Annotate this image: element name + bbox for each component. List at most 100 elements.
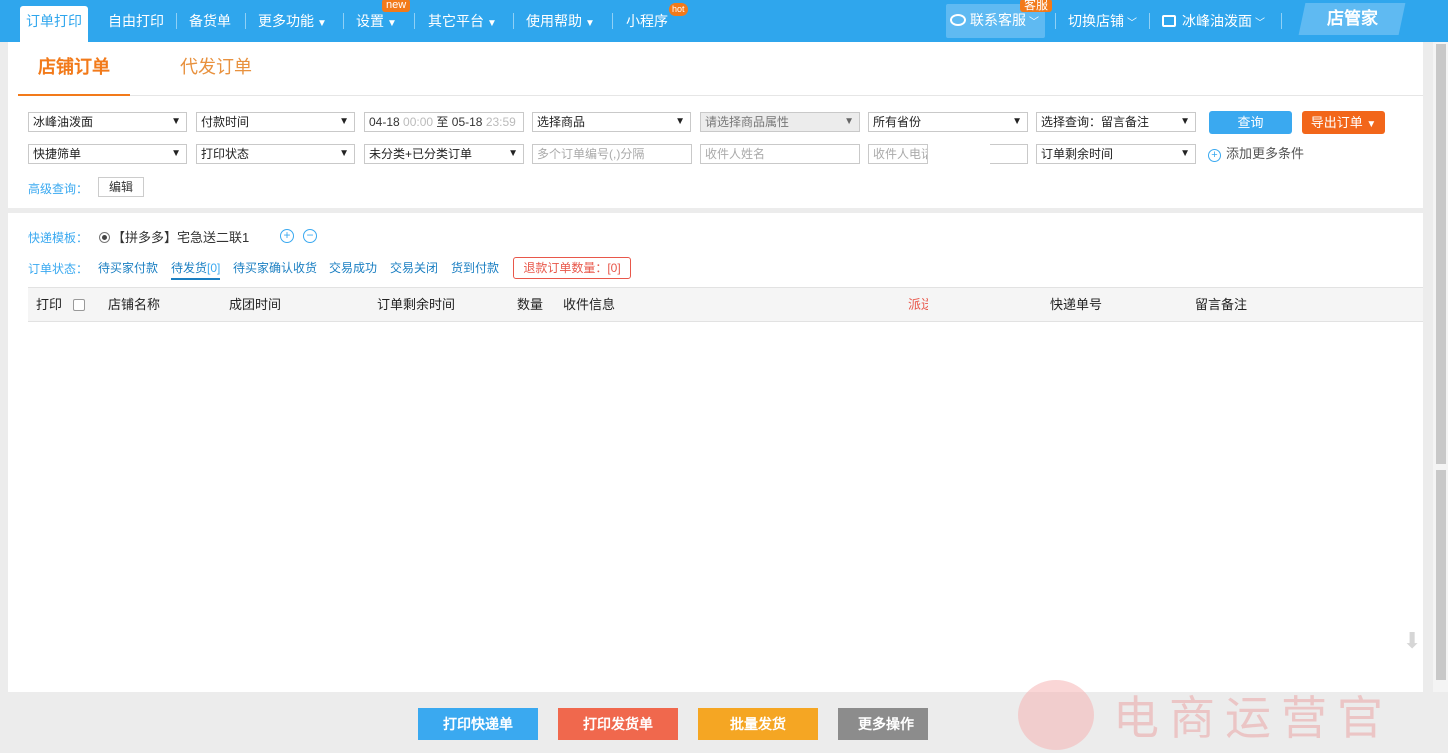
order-tabs: 店铺订单 代发订单 [18,42,1423,96]
dropdown-arrow-icon: ▼ [508,148,518,159]
nav-other-platforms[interactable]: 其它平台 ▼ [428,0,497,42]
col-tracking-number: 快递单号 [1050,297,1103,312]
print-status-select[interactable]: 打印状态 ▼ [196,144,355,164]
add-template-icon[interactable]: + [280,229,294,243]
template-radio[interactable] [99,232,110,243]
nav-separator [343,13,344,29]
top-nav-bar: 订单打印 自由打印 备货单 更多功能 ▼ 设置 ▼ new 其它平台 ▼ 使用帮助 ▼ … [0,0,1448,42]
scrollbar-thumb[interactable] [1436,44,1446,464]
dropdown-arrow-icon: ▼ [171,116,181,127]
advanced-edit-button[interactable]: 编辑 [98,177,144,197]
status-cash-on-delivery[interactable]: 货到付款 [451,259,499,276]
plus-circle-icon: + [1208,149,1221,162]
dropdown-arrow-icon: ▼ [339,116,349,127]
status-awaiting-payment[interactable]: 待买家付款 [98,259,158,276]
status-closed[interactable]: 交易关闭 [390,259,438,276]
col-remaining-time: 订单剩余时间 [377,297,456,312]
nav-separator [1149,13,1150,29]
order-number-input[interactable]: 多个订单编号(,)分隔 [532,144,692,164]
product-attr-select[interactable]: 请选择商品属性 ▼ [700,112,860,132]
section-divider [8,208,1423,213]
shop-account-menu[interactable]: 冰峰油泼面 ﹀ [1162,0,1265,42]
download-icon[interactable]: ⬇ [1403,630,1421,652]
query-button[interactable]: 查询 [1209,111,1292,134]
chevron-down-icon: ﹀ [1127,18,1137,29]
category-select[interactable]: 未分类+已分类订单 ▼ [364,144,524,164]
nav-mini-program[interactable]: 小程序 [626,0,668,42]
dropdown-arrow-icon: ▼ [844,116,854,127]
nav-separator [414,13,415,29]
remove-template-icon[interactable]: − [303,229,317,243]
tab-dropship-orders[interactable]: 代发订单 [160,42,272,96]
service-badge: 客服 [1020,0,1053,12]
nav-separator [1281,13,1282,29]
nav-stock-list[interactable]: 备货单 [189,0,231,42]
template-name[interactable]: 【拼多多】宅急送二联1 [112,227,249,246]
product-select[interactable]: 选择商品 ▼ [532,112,691,132]
nav-help[interactable]: 使用帮助 ▼ [526,0,595,42]
eye-icon [950,14,966,26]
print-delivery-button[interactable]: 打印发货单 [558,708,678,740]
batch-ship-button[interactable]: 批量发货 [698,708,818,740]
dropdown-arrow-icon: ▼ [339,148,349,159]
status-completed[interactable]: 交易成功 [329,259,377,276]
export-orders-button[interactable]: 导出订单 ▼ [1302,111,1385,134]
col-delivery: 派送 [908,297,928,312]
switch-shop-button[interactable]: 切换店铺 ﹀ [1068,0,1137,42]
nav-separator [176,13,177,29]
chevron-down-icon: ▼ [1366,119,1377,130]
quick-filter-select[interactable]: 快捷筛单 ▼ [28,144,187,164]
express-template-label: 快递模板： [28,231,89,245]
nav-separator [612,13,613,29]
receiver-phone-input[interactable]: 收件人电话 [868,144,928,164]
chevron-down-icon: ▼ [585,18,595,29]
brand-logo[interactable]: 店管家 [1298,3,1406,35]
col-receiver-info: 收件信息 [563,297,616,312]
shop-icon [1162,15,1176,27]
watermark: 电商运营官 [1018,676,1428,753]
nav-separator [245,13,246,29]
nav-separator [1055,13,1056,29]
col-quantity: 数量 [517,297,544,312]
date-range-input[interactable]: 04-18 00:00 至 05-18 23:59 [364,112,524,132]
tab-shop-orders[interactable]: 店铺订单 [18,42,130,96]
receiver-phone-input-tail[interactable] [990,144,1028,164]
nav-separator [513,13,514,29]
add-more-conditions-link[interactable]: + 添加更多条件 [1208,143,1304,162]
hot-badge: hot [669,3,688,16]
print-express-button[interactable]: 打印快递单 [418,708,538,740]
dropdown-arrow-icon: ▼ [1180,148,1190,159]
time-type-select[interactable]: 付款时间 ▼ [196,112,355,132]
col-print: 打印 [36,297,63,312]
receiver-name-input[interactable]: 收件人姓名 [700,144,860,164]
dropdown-arrow-icon: ▼ [1180,116,1190,127]
col-group-time: 成团时间 [229,297,282,312]
col-shop-name: 店铺名称 [108,297,161,312]
province-select-mask [928,113,990,131]
watermark-logo-icon [1018,680,1094,750]
nav-free-print[interactable]: 自由打印 [108,0,164,42]
remaining-time-select[interactable]: 订单剩余时间 ▼ [1036,144,1196,164]
status-awaiting-receipt[interactable]: 待买家确认收货 [233,259,317,276]
more-operations-button[interactable]: 更多操作 [838,708,928,740]
chevron-down-icon: ▼ [487,18,497,29]
main-panel: 店铺订单 代发订单 冰峰油泼面 ▼ 付款时间 ▼ 04-18 00:00 至 05-… [8,42,1423,692]
refund-orders-badge[interactable]: 退款订单数量：[0] [513,257,631,279]
watermark-text: 电商运营官 [1113,691,1393,745]
advanced-query-label: 高级查询： [28,182,89,196]
chevron-down-icon: ▼ [317,18,327,29]
chevron-down-icon: ▼ [387,18,397,29]
new-badge: new [382,0,411,12]
scrollbar-thumb-lower[interactable] [1436,470,1446,680]
select-all-checkbox[interactable] [73,299,85,311]
table-header: 打印 店铺名称 成团时间 订单剩余时间 数量 收件信息 派送 快递单号 留言备注 [28,287,1423,322]
query-field-select[interactable]: 选择查询：留言备注 ▼ [1036,112,1196,132]
nav-more-features[interactable]: 更多功能 ▼ [258,0,327,42]
dropdown-arrow-icon: ▼ [675,116,685,127]
nav-order-print[interactable]: 订单打印 [20,6,88,42]
shop-select[interactable]: 冰峰油泼面 ▼ [28,112,187,132]
dropdown-arrow-icon: ▼ [1012,116,1022,127]
chevron-down-icon: ﹀ [1255,18,1265,29]
order-status-label: 订单状态： [28,262,89,276]
status-awaiting-shipment[interactable]: 待发货[0] [171,259,221,280]
